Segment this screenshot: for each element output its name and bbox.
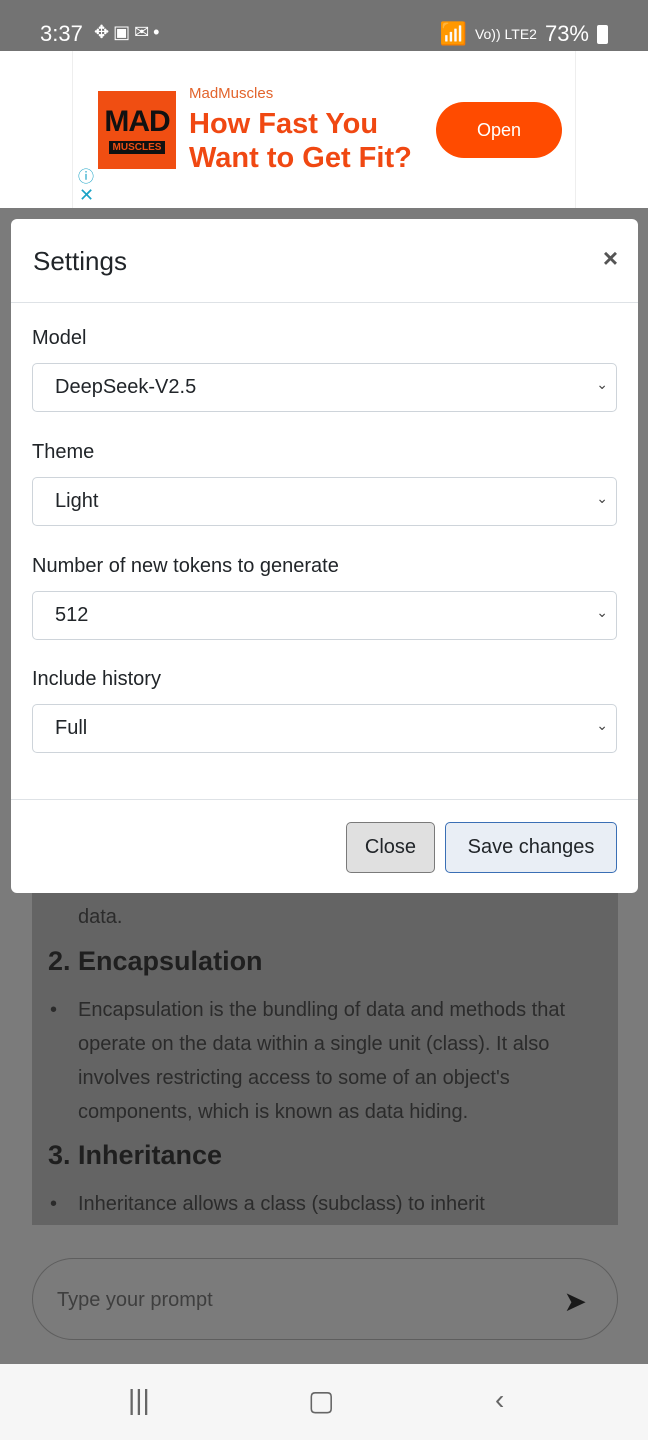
ad-headline: How Fast You Want to Get Fit?	[189, 108, 412, 174]
model-select[interactable]: DeepSeek-V2.5 ⌄	[32, 363, 617, 412]
chat-response: data. 2. Encapsulation • Encapsulation is…	[32, 880, 618, 1225]
ad-logo: MAD MUSCLES	[98, 91, 176, 169]
prompt-box: ➤	[32, 1258, 618, 1340]
history-field: Include history Full ⌄	[32, 668, 617, 753]
ad-content[interactable]: MAD MUSCLES MadMuscles How Fast You Want t…	[72, 51, 576, 208]
chevron-down-icon: ⌄	[596, 490, 608, 506]
ad-open-button[interactable]: Open	[436, 102, 562, 158]
wifi-icon: 📶	[439, 21, 467, 46]
tokens-select[interactable]: 512 ⌄	[32, 591, 617, 640]
ad-brand: MadMuscles	[189, 85, 274, 102]
notification-icons: ✥▣✉•	[94, 22, 164, 42]
theme-field: Theme Light ⌄	[32, 441, 617, 526]
system-nav-bar: ||| ▢ ‹	[0, 1364, 648, 1440]
recents-icon[interactable]: |||	[128, 1384, 150, 1416]
ad-info-icon[interactable]: ⓘ	[78, 163, 94, 187]
field-label: Theme	[32, 441, 95, 463]
response-heading: 3. Inheritance	[48, 1140, 223, 1170]
response-heading: 2. Encapsulation	[48, 946, 263, 976]
clock: 3:37	[40, 21, 83, 46]
response-text: data.	[78, 906, 123, 928]
close-icon[interactable]: ×	[603, 243, 618, 274]
battery-percent: 73%	[544, 21, 589, 46]
back-icon[interactable]: ‹	[495, 1384, 504, 1416]
modal-footer: Close Save changes	[11, 799, 638, 893]
field-label: Number of new tokens to generate	[32, 555, 339, 577]
settings-modal: Settings × Model DeepSeek-V2.5 ⌄ Theme Li…	[11, 219, 638, 893]
response-bullet: • Encapsulation is the bundling of data a…	[50, 999, 566, 1123]
field-label: Include history	[32, 668, 161, 690]
prompt-input[interactable]	[57, 1283, 537, 1317]
theme-select[interactable]: Light ⌄	[32, 477, 617, 526]
ad-close-icon[interactable]: ✕	[79, 185, 94, 206]
network-label: Vo)) LTE2	[474, 26, 537, 42]
tokens-field: Number of new tokens to generate 512 ⌄	[32, 555, 617, 640]
response-bullet: • Inheritance allows a class (subclass) t…	[50, 1193, 485, 1215]
battery-icon	[597, 24, 608, 44]
chevron-down-icon: ⌄	[596, 376, 608, 392]
close-button[interactable]: Close	[346, 822, 435, 873]
modal-title: Settings	[33, 246, 127, 276]
field-label: Model	[32, 327, 87, 349]
status-bar: 3:37 ✥▣✉• 📶 Vo)) LTE2 73%	[0, 0, 648, 51]
chevron-down-icon: ⌄	[596, 604, 608, 620]
home-icon[interactable]: ▢	[308, 1384, 334, 1417]
ad-banner: MAD MUSCLES MadMuscles How Fast You Want t…	[0, 51, 648, 208]
chevron-down-icon: ⌄	[596, 717, 608, 733]
history-select[interactable]: Full ⌄	[32, 704, 617, 753]
model-field: Model DeepSeek-V2.5 ⌄	[32, 327, 617, 412]
save-changes-button[interactable]: Save changes	[445, 822, 617, 873]
send-icon[interactable]: ➤	[564, 1285, 587, 1318]
